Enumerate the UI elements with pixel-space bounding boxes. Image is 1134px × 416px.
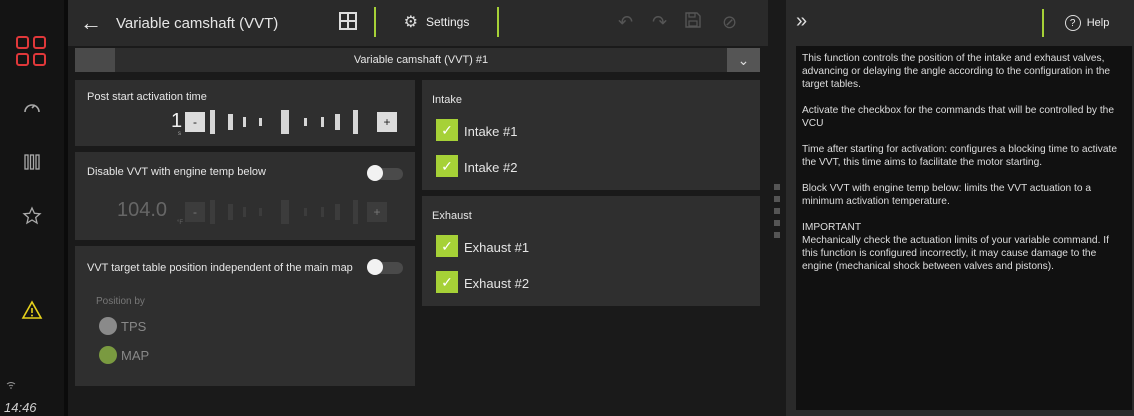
target-table-card: VVT target table position independent of… bbox=[75, 246, 415, 386]
back-arrow-icon[interactable]: ← bbox=[80, 10, 102, 36]
table-view-icon[interactable] bbox=[339, 12, 357, 30]
exhaust-2-checkbox[interactable]: ✓ bbox=[436, 271, 458, 293]
settings-label: Settings bbox=[425, 15, 470, 29]
help-panel: » ? Help This function controls the posi… bbox=[786, 0, 1134, 416]
radio-tps-dot[interactable] bbox=[99, 317, 117, 335]
columns-icon[interactable] bbox=[18, 148, 46, 176]
help-paragraph: IMPORTANT Mechanically check the actuati… bbox=[802, 222, 1109, 272]
chevron-down-icon[interactable]: ⌄ bbox=[727, 48, 760, 72]
disable-vvt-label: Disable VVT with engine temp below bbox=[87, 166, 266, 178]
selector-prev[interactable] bbox=[75, 48, 115, 72]
disable-vvt-value: 104.0 bbox=[117, 199, 168, 221]
disable-icon[interactable]: ⊘ bbox=[722, 12, 737, 33]
redo-icon[interactable]: ↷ bbox=[652, 12, 667, 33]
collapse-icon[interactable]: » bbox=[796, 10, 807, 33]
disable-vvt-minus-button[interactable]: - bbox=[185, 202, 205, 222]
post-start-minus-button[interactable]: - bbox=[185, 112, 205, 132]
help-paragraph: This function controls the position of t… bbox=[802, 53, 1111, 90]
gauge-icon[interactable] bbox=[18, 94, 46, 122]
save-icon[interactable] bbox=[685, 12, 701, 33]
exhaust-title: Exhaust bbox=[432, 210, 472, 222]
intake-1-checkbox[interactable]: ✓ bbox=[436, 119, 458, 141]
undo-icon[interactable]: ↶ bbox=[618, 12, 633, 33]
gear-icon: ⚙ bbox=[403, 14, 418, 31]
help-button[interactable]: ? Help bbox=[1042, 9, 1130, 37]
rail-divider bbox=[64, 0, 68, 416]
disable-vvt-card: Disable VVT with engine temp below 104.0… bbox=[75, 152, 415, 240]
wifi-icon bbox=[6, 381, 16, 392]
exhaust-card: Exhaust ✓ Exhaust #1 ✓ Exhaust #2 bbox=[422, 196, 760, 306]
help-icon: ? bbox=[1064, 15, 1081, 31]
vvt-selector[interactable]: Variable camshaft (VVT) #1 ⌄ bbox=[75, 48, 760, 72]
radio-map-dot[interactable] bbox=[99, 346, 117, 364]
clock: 14:46 bbox=[4, 400, 37, 415]
left-rail: 14:46 bbox=[0, 0, 64, 416]
position-by-label: Position by bbox=[96, 296, 145, 307]
intake-1-label: Intake #1 bbox=[464, 124, 518, 139]
page-title: Variable camshaft (VVT) bbox=[116, 15, 279, 32]
dashboard-grid-icon[interactable] bbox=[16, 36, 48, 68]
post-start-plus-button[interactable]: + bbox=[377, 112, 397, 132]
radio-tps-label: TPS bbox=[121, 319, 147, 334]
selector-value: Variable camshaft (VVT) #1 bbox=[115, 48, 727, 72]
help-paragraph: Activate the checkbox for the commands t… bbox=[802, 105, 1115, 129]
warning-icon[interactable] bbox=[18, 296, 46, 324]
post-start-card: Post start activation time 1 s - + bbox=[75, 80, 415, 146]
post-start-value: 1 bbox=[171, 110, 183, 132]
exhaust-2-label: Exhaust #2 bbox=[464, 276, 530, 291]
help-paragraph: Time after starting for activation: conf… bbox=[802, 144, 1118, 168]
exhaust-1-checkbox[interactable]: ✓ bbox=[436, 235, 458, 257]
intake-title: Intake bbox=[432, 94, 462, 106]
help-header: » ? Help bbox=[786, 0, 1134, 46]
disable-vvt-plus-button[interactable]: + bbox=[367, 202, 387, 222]
disable-vvt-toggle[interactable] bbox=[367, 165, 403, 181]
disable-vvt-unit: °F bbox=[177, 220, 184, 226]
settings-tab[interactable]: ⚙ Settings bbox=[374, 7, 499, 37]
help-label: Help bbox=[1086, 17, 1110, 29]
star-icon[interactable] bbox=[18, 202, 46, 230]
help-text: This function controls the position of t… bbox=[796, 46, 1132, 410]
intake-2-label: Intake #2 bbox=[464, 160, 518, 175]
target-table-label: VVT target table position independent of… bbox=[87, 262, 353, 274]
help-paragraph: Block VVT with engine temp below: limits… bbox=[802, 183, 1091, 207]
intake-card: Intake ✓ Intake #1 ✓ Intake #2 bbox=[422, 80, 760, 190]
post-start-label: Post start activation time bbox=[87, 91, 207, 103]
target-table-toggle[interactable] bbox=[367, 259, 403, 275]
intake-2-checkbox[interactable]: ✓ bbox=[436, 155, 458, 177]
exhaust-1-label: Exhaust #1 bbox=[464, 240, 530, 255]
app: 14:46 ← Variable camshaft (VVT) ⚙ Settin… bbox=[0, 0, 1134, 416]
radio-map-label: MAP bbox=[121, 348, 150, 363]
top-bar: ← Variable camshaft (VVT) ⚙ Settings ↶ ↷… bbox=[68, 0, 768, 46]
post-start-unit: s bbox=[178, 131, 181, 137]
